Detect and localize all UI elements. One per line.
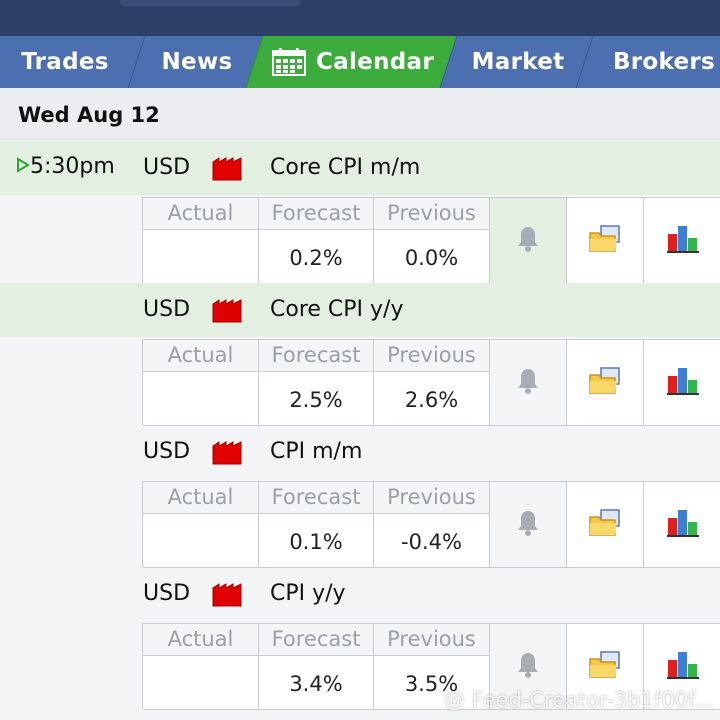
alert-bell-button[interactable] (490, 198, 567, 284)
folder-icon (588, 508, 622, 542)
bar-chart-icon (666, 366, 700, 400)
previous-header: Previous (374, 198, 490, 230)
details-button[interactable] (567, 198, 644, 284)
details-button[interactable] (567, 340, 644, 426)
calendar-icon (272, 48, 306, 76)
actual-value (143, 514, 259, 568)
chart-button[interactable] (644, 482, 720, 568)
bell-icon (515, 651, 541, 683)
actual-header: Actual (143, 198, 259, 230)
previous-header: Previous (374, 340, 490, 372)
bar-chart-icon (666, 650, 700, 684)
details-button[interactable] (567, 482, 644, 568)
bell-icon (515, 225, 541, 257)
impact-high-icon (212, 441, 242, 465)
actual-value (143, 656, 259, 710)
tab-calendar[interactable]: Calendar (245, 36, 461, 88)
tab-label: Trades (21, 49, 109, 75)
event-row[interactable]: USD CPI y/y (0, 567, 720, 621)
impact-high-icon (212, 157, 242, 181)
actual-value (143, 230, 259, 284)
date-header: Wed Aug 12 (0, 88, 720, 140)
folder-icon (588, 366, 622, 400)
watermark: @ Feed-Creator-3b1f00f... (444, 688, 714, 712)
tab-label: Calendar (316, 49, 434, 75)
forecast-header: Forecast (259, 624, 374, 656)
impact-high-icon (212, 299, 242, 323)
previous-header: Previous (374, 624, 490, 656)
bar-chart-icon (666, 508, 700, 542)
event-row[interactable]: USD CPI m/m (0, 425, 720, 479)
play-icon (16, 154, 30, 179)
forecast-header: Forecast (259, 482, 374, 514)
tab-trades[interactable]: Trades (0, 36, 149, 88)
alert-bell-button[interactable] (490, 340, 567, 426)
event-time: 5:30pm (16, 154, 115, 179)
event-currency: USD (143, 297, 191, 322)
folder-icon (588, 224, 622, 258)
tab-market[interactable]: Market (439, 36, 597, 88)
event-data: Actual Forecast Previous 2.5% 2.6% (0, 337, 720, 426)
event-name: CPI m/m (270, 439, 363, 464)
previous-header: Previous (374, 482, 490, 514)
impact-high-icon (212, 583, 242, 607)
tab-bar: Trades News Calendar Market Brokers (0, 26, 720, 88)
previous-value: 2.6% (374, 372, 490, 426)
actual-header: Actual (143, 340, 259, 372)
previous-value: -0.4% (374, 514, 490, 568)
tab-news[interactable]: News (127, 36, 267, 88)
forecast-header: Forecast (259, 340, 374, 372)
actual-value (143, 372, 259, 426)
event-currency: USD (143, 581, 191, 606)
event-row[interactable]: 5:30pm USD Core CPI m/m (0, 141, 720, 195)
event-currency: USD (143, 439, 191, 464)
actual-header: Actual (143, 624, 259, 656)
previous-value: 0.0% (374, 230, 490, 284)
forecast-value: 3.4% (259, 656, 374, 710)
bell-icon (515, 509, 541, 541)
event-name: CPI y/y (270, 581, 346, 606)
bar-chart-icon (666, 224, 700, 258)
tab-label: Brokers (612, 49, 716, 75)
tab-label: News (161, 49, 233, 75)
forecast-value: 0.2% (259, 230, 374, 284)
event-data: Actual Forecast Previous 0.2% 0.0% (0, 195, 720, 284)
forecast-value: 0.1% (259, 514, 374, 568)
event-row[interactable]: USD Core CPI y/y (0, 283, 720, 337)
tab-label: Market (471, 49, 565, 75)
event-name: Core CPI y/y (270, 297, 404, 322)
bell-icon (515, 367, 541, 399)
chart-button[interactable] (644, 340, 720, 426)
folder-icon (588, 650, 622, 684)
actual-header: Actual (143, 482, 259, 514)
chart-button[interactable] (644, 198, 720, 284)
app-header (0, 0, 720, 26)
event-currency: USD (143, 155, 191, 180)
alert-bell-button[interactable] (490, 482, 567, 568)
tab-brokers[interactable]: Brokers (575, 36, 720, 88)
event-name: Core CPI m/m (270, 155, 421, 180)
forecast-value: 2.5% (259, 372, 374, 426)
date-label: Wed Aug 12 (18, 103, 160, 127)
event-data: Actual Forecast Previous 0.1% -0.4% (0, 479, 720, 568)
forecast-header: Forecast (259, 198, 374, 230)
